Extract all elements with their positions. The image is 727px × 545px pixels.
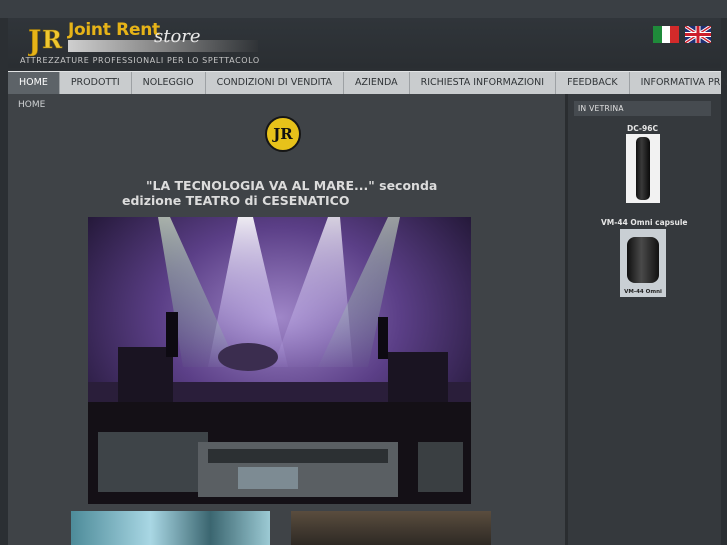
microphone-icon [636, 137, 650, 200]
concert-stage-photo[interactable] [88, 217, 471, 504]
microphone-image[interactable] [626, 134, 660, 203]
jr-badge-icon: JR [265, 116, 301, 152]
breadcrumb[interactable]: HOME [18, 100, 45, 110]
nav-home[interactable]: HOME [8, 72, 60, 94]
svg-text:R: R [42, 25, 63, 54]
nav-feedback[interactable]: FEEDBACK [556, 72, 630, 94]
mixer-thumbnail[interactable] [291, 511, 491, 545]
sidebar-showcase: IN VETRINA DC-96C VM-44 Omni capsule VM-… [568, 94, 721, 545]
headline-line-2: edizione TEATRO di CESENATICO [122, 193, 350, 208]
jr-logo-icon[interactable]: J R [28, 22, 68, 56]
product-title-dc96c[interactable]: DC-96C [627, 124, 658, 133]
capsule-icon [627, 237, 659, 283]
headline-line-1: "LA TECNOLOGIA VA AL MARE..." seconda [146, 178, 438, 193]
english-flag-icon[interactable] [685, 26, 711, 43]
nav-condizioni-di-vendita[interactable]: CONDIZIONI DI VENDITA [206, 72, 345, 94]
logo-store-word[interactable]: store [154, 26, 201, 47]
top-bar [0, 0, 727, 18]
main-nav: HOME PRODOTTI NOLEGGIO CONDIZIONI DI VEN… [8, 71, 727, 95]
product-title-vm44[interactable]: VM-44 Omni capsule [601, 218, 687, 227]
showcase-heading: IN VETRINA [574, 101, 711, 116]
nav-richiesta-informazioni[interactable]: RICHIESTA INFORMAZIONI [410, 72, 557, 94]
nav-noleggio[interactable]: NOLEGGIO [132, 72, 206, 94]
site-header: J R Joint Rent store ATTREZZATURE PROFES… [8, 18, 721, 68]
svg-text:J: J [28, 24, 41, 56]
capsule-image[interactable]: VM-44 Omni [620, 229, 666, 297]
article-headline: "LA TECNOLOGIA VA AL MARE..." seconda ed… [122, 178, 442, 208]
stage-lights-thumbnail[interactable] [71, 511, 270, 545]
italian-flag-icon[interactable] [653, 26, 680, 43]
capsule-caption: VM-44 Omni [624, 289, 662, 295]
logo-title[interactable]: Joint Rent [68, 20, 160, 40]
nav-informativa-privacy[interactable]: INFORMATIVA PRIVACY [630, 72, 727, 94]
tagline: ATTREZZATURE PROFESSIONALI PER LO SPETTA… [20, 56, 260, 65]
main-content: HOME JR "LA TECNOLOGIA VA AL MARE..." se… [8, 94, 565, 545]
nav-azienda[interactable]: AZIENDA [344, 72, 410, 94]
nav-prodotti[interactable]: PRODOTTI [60, 72, 132, 94]
